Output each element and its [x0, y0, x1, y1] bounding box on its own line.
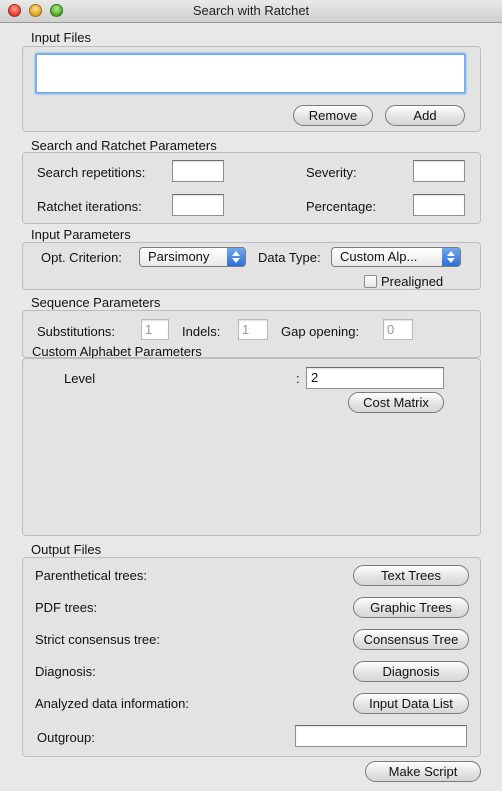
custom-alphabet-header: Custom Alphabet Parameters	[32, 344, 202, 359]
consensus-tree-button[interactable]: Consensus Tree	[353, 629, 469, 650]
input-parameters-header: Input Parameters	[31, 227, 131, 242]
cost-matrix-button[interactable]: Cost Matrix	[348, 392, 444, 413]
level-input[interactable]: 2	[306, 367, 444, 389]
severity-label: Severity:	[306, 165, 357, 180]
pdf-trees-label: PDF trees:	[35, 600, 98, 615]
make-script-button[interactable]: Make Script	[365, 761, 481, 782]
data-type-label: Data Type:	[258, 250, 321, 265]
parenthetical-trees-label: Parenthetical trees:	[35, 568, 148, 583]
data-type-value: Custom Alp...	[340, 249, 418, 264]
indels-label: Indels:	[182, 324, 221, 339]
remove-button[interactable]: Remove	[293, 105, 373, 126]
input-files-list[interactable]	[35, 53, 466, 94]
substitutions-input[interactable]: 1	[141, 319, 169, 340]
level-colon: :	[296, 371, 300, 386]
severity-input[interactable]	[413, 160, 465, 182]
search-repetitions-input[interactable]	[172, 160, 224, 182]
gap-opening-label: Gap opening:	[281, 324, 360, 339]
popup-arrows-icon	[442, 248, 460, 266]
prealigned-checkbox[interactable]	[364, 275, 377, 288]
add-button[interactable]: Add	[385, 105, 465, 126]
diagnosis-label: Diagnosis:	[35, 664, 96, 679]
data-type-select[interactable]: Custom Alp...	[331, 247, 461, 267]
outgroup-input[interactable]	[295, 725, 467, 747]
search-repetitions-label: Search repetitions:	[37, 165, 146, 180]
close-window-icon[interactable]	[8, 4, 21, 17]
opt-criterion-select[interactable]: Parsimony	[139, 247, 246, 267]
opt-criterion-label: Opt. Criterion:	[41, 250, 122, 265]
zoom-window-icon[interactable]	[50, 4, 63, 17]
opt-criterion-value: Parsimony	[148, 249, 210, 264]
text-trees-button[interactable]: Text Trees	[353, 565, 469, 586]
gap-opening-input[interactable]: 0	[383, 319, 413, 340]
prealigned-label: Prealigned	[381, 274, 444, 289]
ratchet-iterations-label: Ratchet iterations:	[37, 199, 142, 214]
graphic-trees-button[interactable]: Graphic Trees	[353, 597, 469, 618]
diagnosis-button[interactable]: Diagnosis	[353, 661, 469, 682]
level-label: Level	[64, 371, 96, 386]
ratchet-iterations-input[interactable]	[172, 194, 224, 216]
sequence-parameters-header: Sequence Parameters	[31, 295, 161, 310]
percentage-input[interactable]	[413, 194, 465, 216]
output-files-header: Output Files	[31, 542, 102, 557]
input-data-list-button[interactable]: Input Data List	[353, 693, 469, 714]
minimize-window-icon[interactable]	[29, 4, 42, 17]
title-bar: Search with Ratchet	[0, 0, 502, 23]
percentage-label: Percentage:	[306, 199, 377, 214]
popup-arrows-icon	[227, 248, 245, 266]
search-ratchet-header: Search and Ratchet Parameters	[31, 138, 217, 153]
input-files-header: Input Files	[31, 30, 91, 45]
indels-input[interactable]: 1	[238, 319, 268, 340]
outgroup-label: Outgroup:	[37, 730, 95, 745]
strict-consensus-tree-label: Strict consensus tree:	[35, 632, 160, 647]
analyzed-data-information-label: Analyzed data information:	[35, 696, 189, 711]
window-title: Search with Ratchet	[192, 3, 310, 18]
substitutions-label: Substitutions:	[37, 324, 116, 339]
